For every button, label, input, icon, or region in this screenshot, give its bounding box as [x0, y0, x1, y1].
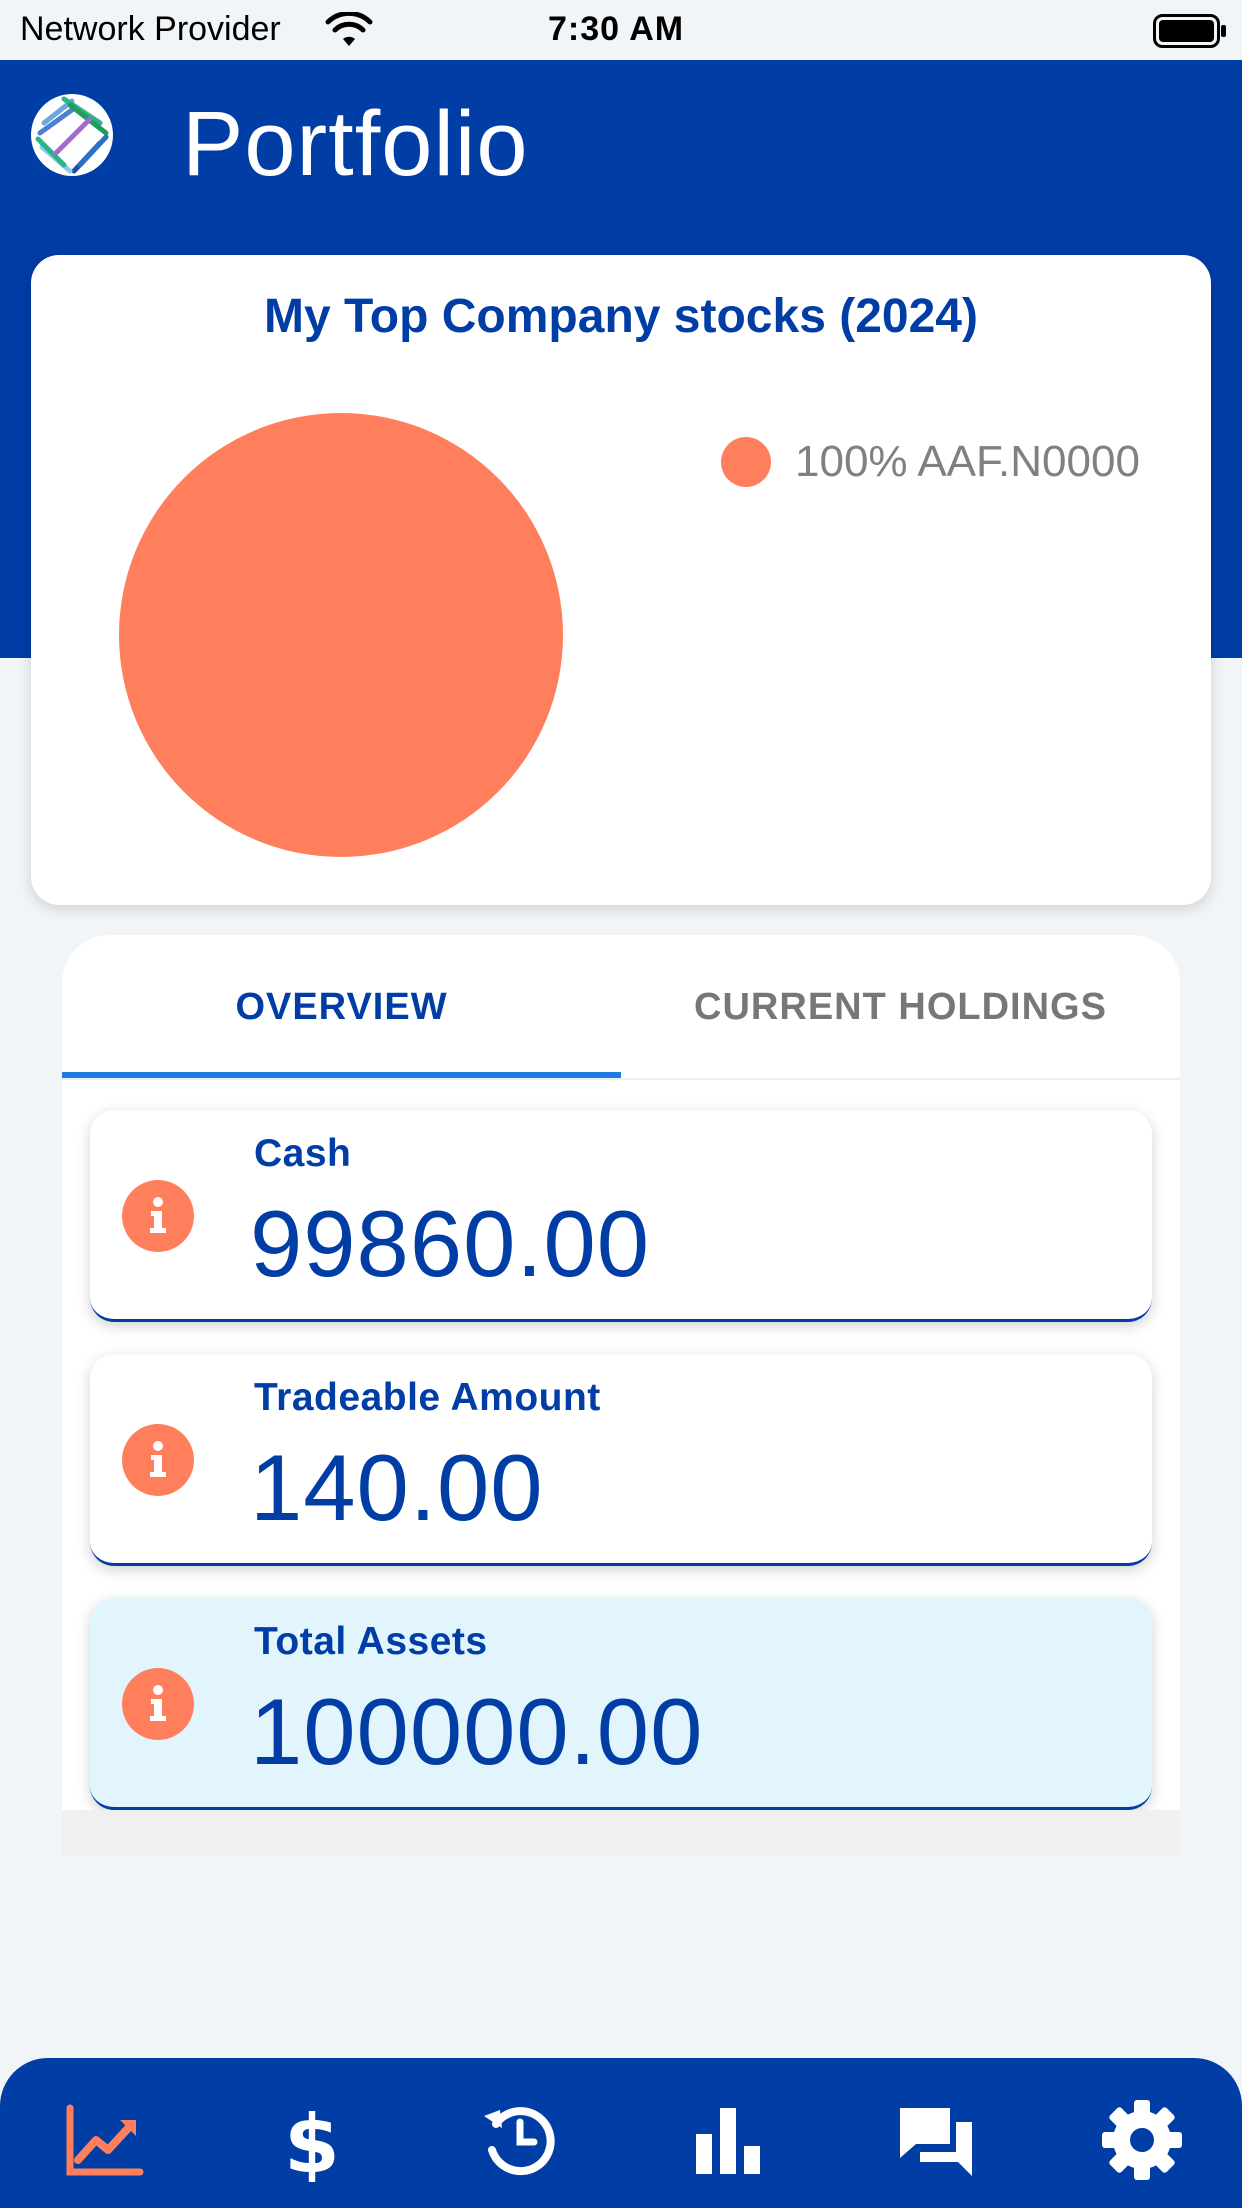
status-bar: Network Provider 7:30 AM: [0, 0, 1242, 60]
pie-slice-0[interactable]: [119, 413, 563, 857]
trending-chart-icon[interactable]: [62, 2098, 146, 2182]
chart-card: My Top Company stocks (2024) 100% AAF.N0…: [31, 255, 1211, 905]
dollar-icon[interactable]: $: [270, 2098, 354, 2182]
tab-bar: OVERVIEW CURRENT HOLDINGS: [62, 935, 1180, 1080]
chat-bubbles-icon[interactable]: [894, 2098, 978, 2182]
cash-card: Cash 99860.00: [90, 1110, 1152, 1322]
tradeable-amount-label: Tradeable Amount: [254, 1376, 601, 1419]
starburst-logo-icon: [31, 94, 113, 176]
total-assets-card: Total Assets 100000.00: [90, 1598, 1152, 1810]
wifi-icon: [325, 12, 373, 46]
info-icon[interactable]: [122, 1180, 194, 1252]
tab-current-holdings[interactable]: CURRENT HOLDINGS: [621, 935, 1180, 1080]
total-assets-label: Total Assets: [254, 1620, 488, 1663]
bar-chart-icon[interactable]: [686, 2098, 770, 2182]
chart-title: My Top Company stocks (2024): [264, 290, 978, 343]
portfolio-tabs-panel: OVERVIEW CURRENT HOLDINGS Cash 99860.00 …: [62, 935, 1180, 1855]
panel-footer-strip: [62, 1810, 1180, 1855]
tab-overview[interactable]: OVERVIEW: [62, 935, 621, 1080]
cash-value: 99860.00: [250, 1191, 651, 1296]
tradeable-amount-value: 140.00: [250, 1435, 544, 1540]
history-clock-icon[interactable]: [478, 2098, 562, 2182]
pie-chart: [119, 413, 563, 857]
status-time: 7:30 AM: [548, 10, 685, 48]
tab-active-indicator: [62, 1072, 621, 1078]
svg-text:$: $: [284, 2098, 340, 2182]
page-title: Portfolio: [182, 93, 529, 195]
legend-entry: 100% AAF.N0000: [795, 437, 1140, 486]
legend-dot: [721, 437, 771, 487]
battery-icon: [1153, 14, 1226, 48]
network-provider: Network Provider: [20, 10, 281, 48]
chart-legend: 100% AAF.N0000: [721, 437, 1140, 487]
info-icon[interactable]: [122, 1668, 194, 1740]
info-icon[interactable]: [122, 1424, 194, 1496]
tradeable-amount-card: Tradeable Amount 140.00: [90, 1354, 1152, 1566]
gear-icon[interactable]: [1100, 2098, 1184, 2182]
cash-label: Cash: [254, 1132, 352, 1175]
total-assets-value: 100000.00: [250, 1679, 704, 1784]
bottom-nav: $: [0, 2058, 1242, 2208]
